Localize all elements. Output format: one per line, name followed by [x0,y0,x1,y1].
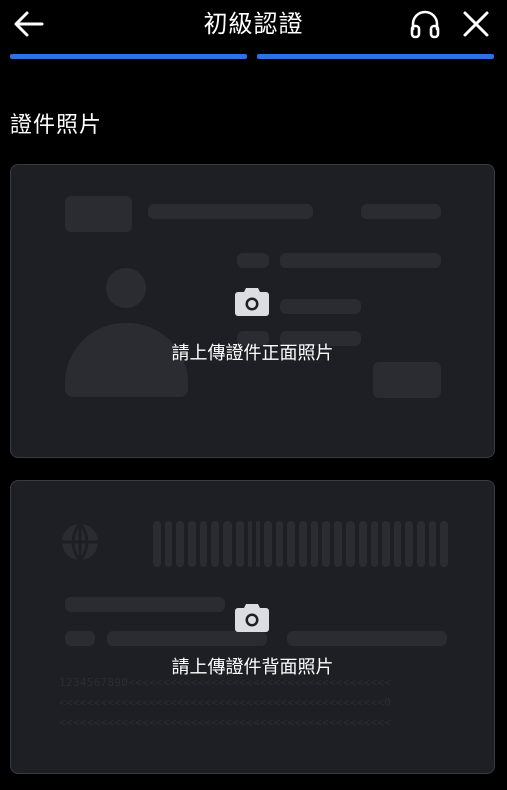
placeholder-line [287,631,447,646]
placeholder-avatar-head [106,268,146,308]
close-button[interactable] [460,7,492,41]
placeholder-line [107,631,267,646]
globe-icon [62,523,98,561]
placeholder-line [65,631,95,646]
mrz-line-2: <<<<<<<<<<<<<<<<<<<<<<<<<<<<<<<<<<<<<<<<… [59,696,392,709]
placeholder-chip [65,196,132,232]
placeholder-line [280,299,361,314]
camera-icon [235,288,269,316]
headphones-icon [410,10,440,39]
support-button[interactable] [408,7,442,41]
placeholder-line [280,253,441,268]
camera-icon [235,604,269,632]
placeholder-line [148,204,313,219]
placeholder-line [237,253,269,268]
progress-step-2 [257,54,494,59]
upload-back-card[interactable]: 1234567890<<<<<<<<<<<<<<<<<<<<<<<<<<<<<<… [10,480,495,774]
placeholder-line [65,597,225,612]
progress-step-1 [10,54,247,59]
upload-front-card[interactable]: 請上傳證件正面照片 [10,164,495,458]
mrz-line-3: <<<<<<<<<<<<<<<<<<<<<<<<<<<<<<<<<<<<<<<<… [59,716,392,729]
upload-front-label: 請上傳證件正面照片 [171,343,334,364]
placeholder-line [361,204,441,219]
placeholder-block [373,362,441,398]
header-bar: 初級認證 [0,0,507,48]
close-icon [463,11,489,37]
section-title: 證件照片 [10,113,103,138]
upload-back-label: 請上傳證件背面照片 [171,657,334,678]
placeholder-barcode [153,521,448,567]
